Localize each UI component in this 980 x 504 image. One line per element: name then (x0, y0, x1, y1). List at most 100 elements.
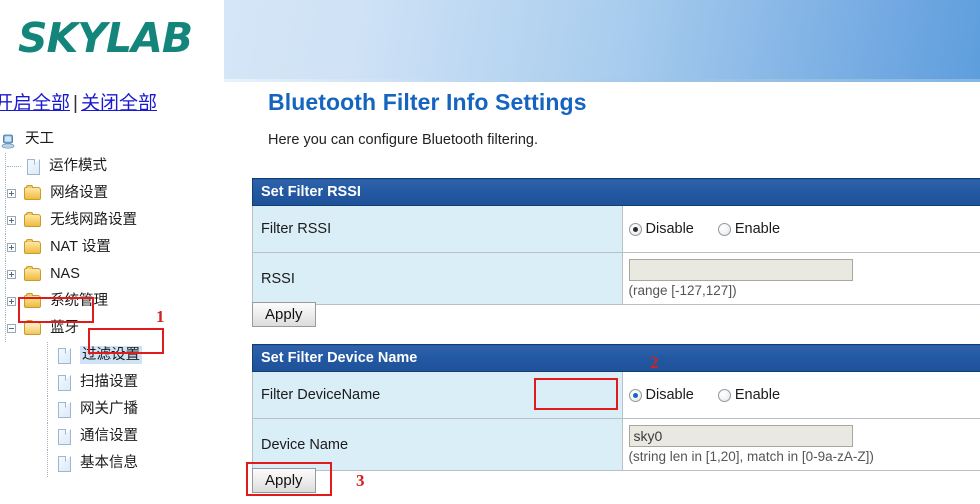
table-header-row: Set Filter Device Name (252, 344, 980, 372)
top-banner: SKYLAB (0, 0, 980, 82)
radio-enable-label: Enable (734, 221, 781, 237)
filter-rssi-radio-group: Disable Enable (628, 221, 980, 237)
device-name-hint: (string len in [1,20], match in [0-9a-zA… (628, 449, 874, 464)
sidebar-item-label: 过滤设置 (80, 346, 143, 364)
filter-devicename-control-cell: Disable Enable (621, 371, 980, 419)
radio-disable-label: Disable (645, 387, 694, 403)
tree-guide-line (5, 153, 7, 180)
filter-rssi-label: Filter RSSI (252, 205, 623, 253)
sidebar-item-basic-info[interactable]: 基本信息 (0, 450, 224, 477)
sidebar-item-label: 通信设置 (80, 428, 139, 444)
rssi-control-cell: (range [-127,127]) (621, 252, 980, 305)
link-separator: | (73, 93, 78, 114)
sidebar-item-label: 系统管理 (50, 293, 109, 309)
sidebar-item-scan-settings[interactable]: 扫描设置 (0, 369, 224, 396)
sidebar-item-label: 网络设置 (50, 185, 109, 201)
sidebar-item-label: 网关广播 (80, 401, 139, 417)
banner-gradient (224, 0, 980, 82)
sidebar-item-label: 扫描设置 (80, 374, 139, 390)
page-icon (58, 428, 71, 445)
folder-icon (24, 212, 42, 227)
page-icon (58, 374, 71, 391)
radio-disable-label: Disable (645, 221, 694, 237)
table-header-row: Set Filter RSSI (252, 178, 980, 206)
folder-icon (24, 266, 42, 281)
collapse-minus-icon[interactable] (7, 324, 16, 333)
navigation-tree: 天工 运作模式 网络设置 无线网路设置 NAT 设置 NAS 系统管理 蓝牙 过… (0, 126, 224, 477)
rssi-label: RSSI (252, 252, 623, 305)
expand-plus-icon[interactable] (7, 297, 16, 306)
tree-toggle-links: 开启全部 | 关闭全部 (0, 88, 157, 115)
expand-plus-icon[interactable] (7, 270, 16, 279)
main-content: Bluetooth Filter Info Settings Here you … (224, 82, 980, 504)
tree-root-tiangong[interactable]: 天工 (0, 126, 224, 153)
collapse-all-link[interactable]: 关闭全部 (81, 93, 157, 114)
set-filter-device-name-table: Set Filter Device Name Filter DeviceName… (252, 344, 980, 471)
annotation-number-2: 2 (650, 353, 659, 372)
table-row: Filter DeviceName Disable Enable (252, 371, 980, 419)
radio-enable-icon[interactable] (717, 388, 731, 402)
page-icon (58, 347, 71, 364)
sidebar-item-nas[interactable]: NAS (0, 261, 224, 288)
table-row: Device Name (string len in [1,20], match… (252, 418, 980, 471)
folder-icon (24, 293, 42, 308)
filter-devicename-radio-group: Disable Enable (628, 387, 980, 403)
sidebar: 开启全部 | 关闭全部 天工 运作模式 网络设置 无线网路设置 NAT 设置 N… (0, 82, 224, 504)
sidebar-item-wireless-settings[interactable]: 无线网路设置 (0, 207, 224, 234)
filter-devicename-label: Filter DeviceName (252, 371, 623, 419)
table-row: RSSI (range [-127,127]) (252, 252, 980, 305)
section-header-label: Set Filter RSSI (252, 178, 980, 206)
annotation-number-3: 3 (356, 471, 365, 490)
set-filter-rssi-table: Set Filter RSSI Filter RSSI Disable Enab… (252, 178, 980, 305)
folder-icon (24, 239, 42, 254)
rssi-input[interactable] (628, 259, 853, 281)
expand-plus-icon[interactable] (7, 243, 16, 252)
expand-all-link[interactable]: 开启全部 (0, 93, 70, 114)
tree-guide-line (47, 342, 49, 369)
sidebar-item-bluetooth[interactable]: 蓝牙 (0, 315, 224, 342)
page-title: Bluetooth Filter Info Settings (268, 89, 587, 115)
page-icon (27, 158, 41, 175)
tree-guide-line (47, 450, 49, 477)
filter-devicename-enable-option[interactable]: Enable (717, 387, 781, 403)
device-name-apply-button[interactable]: Apply (252, 468, 316, 493)
section-header-label: Set Filter Device Name (252, 344, 980, 372)
radio-disable-icon[interactable] (628, 222, 642, 236)
sidebar-item-communication-settings[interactable]: 通信设置 (0, 423, 224, 450)
sidebar-item-label: 基本信息 (80, 455, 139, 471)
tree-connector (7, 166, 21, 167)
folder-icon (24, 185, 42, 200)
skylab-logo: SKYLAB (18, 14, 193, 62)
page-icon (58, 455, 71, 472)
radio-disable-icon[interactable] (628, 388, 642, 402)
sidebar-item-gateway-broadcast[interactable]: 网关广播 (0, 396, 224, 423)
sidebar-item-operation-mode[interactable]: 运作模式 (0, 153, 224, 180)
sidebar-item-system-management[interactable]: 系统管理 (0, 288, 224, 315)
sidebar-item-filter-settings[interactable]: 过滤设置 (0, 342, 224, 369)
device-name-input[interactable] (628, 425, 853, 447)
filter-rssi-control-cell: Disable Enable (621, 205, 980, 253)
device-name-control-cell: (string len in [1,20], match in [0-9a-zA… (621, 418, 980, 471)
tree-guide-line (47, 423, 49, 450)
sidebar-item-label: NAT 设置 (50, 239, 111, 255)
tree-guide-line (47, 396, 49, 423)
folder-open-icon (24, 320, 42, 335)
device-name-label: Device Name (252, 418, 623, 471)
rssi-apply-button[interactable]: Apply (252, 302, 316, 327)
annotation-number-1: 1 (156, 307, 165, 326)
radio-enable-icon[interactable] (717, 222, 731, 236)
expand-plus-icon[interactable] (7, 216, 16, 225)
radio-enable-label: Enable (734, 387, 781, 403)
sidebar-item-nat-settings[interactable]: NAT 设置 (0, 234, 224, 261)
filter-devicename-disable-option[interactable]: Disable (628, 387, 694, 403)
sidebar-item-label: 运作模式 (49, 158, 108, 174)
page-icon (58, 401, 71, 418)
expand-plus-icon[interactable] (7, 189, 16, 198)
rssi-hint: (range [-127,127]) (628, 283, 737, 298)
filter-rssi-enable-option[interactable]: Enable (717, 221, 781, 237)
filter-rssi-disable-option[interactable]: Disable (628, 221, 694, 237)
table-row: Filter RSSI Disable Enable (252, 205, 980, 253)
sidebar-item-label: 蓝牙 (50, 320, 80, 336)
sidebar-item-network-settings[interactable]: 网络设置 (0, 180, 224, 207)
sidebar-item-label: NAS (50, 266, 80, 282)
